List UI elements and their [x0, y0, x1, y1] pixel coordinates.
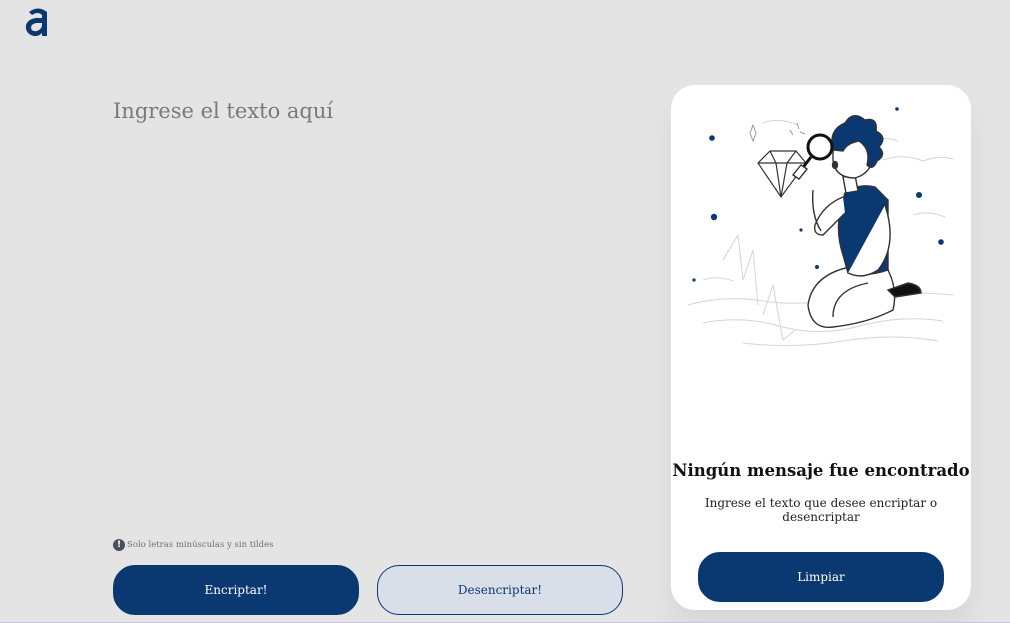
hint-text: Solo letras minúsculas y sin tildes [127, 540, 274, 550]
output-panel: Ningún mensaje fue encontrado Ingrese el… [671, 85, 971, 610]
logo [22, 2, 54, 42]
message-input[interactable] [113, 98, 633, 518]
decrypt-button[interactable]: Desencriptar! [377, 565, 623, 615]
clear-button[interactable]: Limpiar [698, 552, 944, 602]
input-hint: ! Solo letras minúsculas y sin tildes [113, 539, 273, 551]
person-with-magnifying-glass-illustration [687, 107, 954, 347]
encrypt-button[interactable]: Encriptar! [113, 565, 359, 615]
empty-message-text: Ingrese el texto que desee encriptar o d… [704, 496, 938, 524]
exclamation-circle-icon: ! [113, 539, 125, 551]
empty-message-title: Ningún mensaje fue encontrado [672, 461, 970, 480]
alura-logo-icon [25, 8, 47, 37]
